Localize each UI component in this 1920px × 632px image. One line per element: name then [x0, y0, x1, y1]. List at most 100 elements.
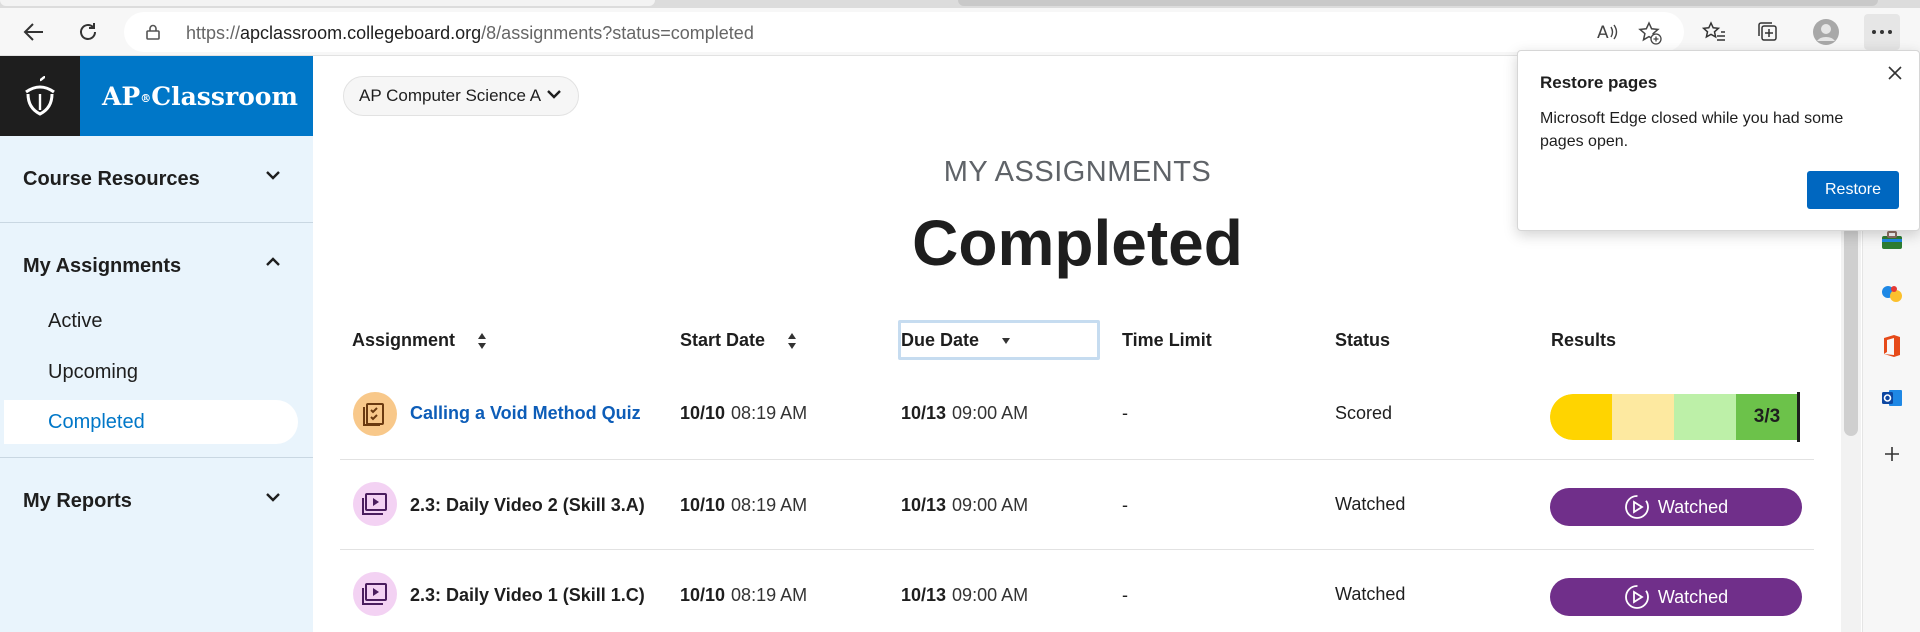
- chevron-down-icon: [266, 493, 280, 502]
- collections-icon: [1758, 22, 1777, 41]
- row-divider: [340, 549, 1814, 550]
- score-bar[interactable]: 3/3: [1550, 394, 1800, 440]
- time-limit-cell: -: [1122, 495, 1128, 515]
- assignment-title[interactable]: 2.3: Daily Video 1 (Skill 1.C): [410, 585, 645, 606]
- browser-tab[interactable]: [958, 0, 1878, 6]
- acorn-logo-icon: [25, 76, 55, 116]
- row-divider: [340, 459, 1814, 460]
- column-header-status: Status: [1335, 330, 1390, 351]
- browser-tab[interactable]: [0, 0, 655, 6]
- due-date-cell: 10/13 09:00 AM: [901, 585, 1029, 605]
- assignment-link[interactable]: Calling a Void Method Quiz: [410, 403, 641, 424]
- due-date-cell: 10/13 09:00 AM: [901, 495, 1029, 515]
- url-text[interactable]: https://apclassroom.collegeboard.org/8/a…: [186, 23, 754, 44]
- start-date-cell: 10/10 08:19 AM: [680, 495, 808, 515]
- column-header-assignment[interactable]: Assignment: [352, 330, 487, 351]
- nav-active[interactable]: Active: [48, 310, 102, 333]
- due-date-cell: 10/13 09:00 AM: [901, 403, 1029, 423]
- nav-course-resources-label: Course Resources: [23, 167, 200, 190]
- chevron-down-icon: [547, 90, 561, 99]
- popup-title: Restore pages: [1540, 73, 1658, 92]
- watched-label: Watched: [1657, 496, 1729, 517]
- browser-toolbar: https://apclassroom.collegeboard.org/8/a…: [0, 8, 1920, 56]
- sort-descending-icon: [1001, 337, 1011, 345]
- start-date-cell: 10/10 08:19 AM: [680, 585, 808, 605]
- browser-tab-strip: [0, 0, 1920, 8]
- avatar-icon: [1813, 19, 1839, 45]
- start-date-cell: 10/10 08:19 AM: [680, 403, 808, 423]
- column-header-label: Due Date: [901, 330, 980, 350]
- score-bar-end-marker: [1797, 392, 1800, 442]
- course-selector-label: AP Computer Science A: [359, 86, 542, 105]
- video-icon: [353, 482, 397, 526]
- brand-registered: ®: [140, 91, 152, 105]
- watched-result-button[interactable]: Watched: [1550, 578, 1802, 616]
- brand-ap: AP: [102, 81, 141, 111]
- back-button[interactable]: [16, 14, 52, 50]
- office-icon[interactable]: [1880, 334, 1904, 358]
- favorites-button[interactable]: [1696, 14, 1732, 50]
- column-header-label: Status: [1335, 330, 1391, 350]
- more-icon: [1872, 30, 1892, 34]
- profile-button[interactable]: [1808, 14, 1844, 50]
- add-icon[interactable]: [1880, 442, 1904, 466]
- refresh-icon: [80, 23, 96, 40]
- column-header-start-date[interactable]: Start Date: [680, 330, 797, 351]
- column-header-label: Results: [1551, 330, 1617, 350]
- watched-label: Watched: [1657, 586, 1729, 607]
- assignment-title[interactable]: 2.3: Daily Video 2 (Skill 3.A): [410, 495, 645, 516]
- read-aloud-icon[interactable]: A: [1596, 21, 1620, 43]
- left-navigation: Course Resources My Assignments Active U…: [0, 136, 313, 632]
- column-header-results: Results: [1551, 330, 1616, 351]
- close-icon: [1888, 66, 1902, 80]
- refresh-button[interactable]: [70, 14, 106, 50]
- tools-icon[interactable]: [1880, 228, 1904, 252]
- nav-my-assignments[interactable]: My Assignments: [0, 223, 313, 309]
- video-icon: [353, 572, 397, 616]
- column-header-label: Start Date: [680, 330, 766, 350]
- svg-text:A: A: [1597, 23, 1609, 43]
- chevron-down-icon: [266, 171, 280, 180]
- status-cell: Watched: [1335, 584, 1406, 604]
- collections-button[interactable]: [1750, 14, 1786, 50]
- watched-result-button[interactable]: Watched: [1550, 488, 1802, 526]
- nav-course-resources[interactable]: Course Resources: [0, 136, 313, 222]
- nav-my-reports[interactable]: My Reports: [0, 458, 313, 544]
- time-limit-cell: -: [1122, 403, 1128, 423]
- course-selector[interactable]: AP Computer Science A: [343, 76, 579, 116]
- games-icon[interactable]: [1880, 282, 1904, 306]
- column-header-time-limit: Time Limit: [1122, 330, 1212, 351]
- nav-my-reports-label: My Reports: [23, 489, 132, 512]
- column-header-due-date[interactable]: Due Date: [901, 330, 1011, 351]
- score-value: 3/3: [1736, 394, 1798, 440]
- popup-message: Microsoft Edge closed while you had some…: [1540, 110, 1844, 150]
- score-segment: [1612, 394, 1674, 440]
- restore-button[interactable]: Restore: [1807, 171, 1899, 209]
- scrollbar-thumb[interactable]: [1844, 226, 1858, 436]
- add-favorite-icon[interactable]: [1638, 21, 1662, 45]
- nav-completed[interactable]: Completed: [4, 400, 298, 444]
- sort-icon: [477, 332, 487, 350]
- column-header-label: Assignment: [352, 330, 456, 350]
- outlook-icon[interactable]: [1880, 386, 1904, 410]
- settings-menu-button[interactable]: [1864, 14, 1900, 50]
- address-bar[interactable]: https://apclassroom.collegeboard.org/8/a…: [124, 12, 1684, 52]
- score-segment: [1550, 394, 1612, 440]
- restore-pages-popup: Restore pages Microsoft Edge closed whil…: [1517, 50, 1920, 231]
- score-segment: [1674, 394, 1736, 440]
- nav-completed-label: Completed: [48, 411, 145, 433]
- column-header-label: Time Limit: [1122, 330, 1212, 350]
- status-cell: Watched: [1335, 494, 1406, 514]
- brand-classroom: Classroom: [151, 81, 298, 111]
- nav-my-assignments-label: My Assignments: [23, 254, 182, 277]
- nav-upcoming[interactable]: Upcoming: [48, 361, 138, 384]
- play-circle-icon: [1624, 494, 1650, 520]
- college-board-logo[interactable]: [0, 56, 80, 136]
- lock-icon[interactable]: [146, 24, 160, 40]
- chevron-up-icon: [266, 257, 280, 266]
- ap-classroom-brand[interactable]: AP ® Classroom: [80, 56, 313, 136]
- sort-icon: [787, 332, 797, 350]
- status-cell: Scored: [1335, 403, 1393, 423]
- popup-close-button[interactable]: [1887, 65, 1903, 86]
- play-circle-icon: [1624, 584, 1650, 610]
